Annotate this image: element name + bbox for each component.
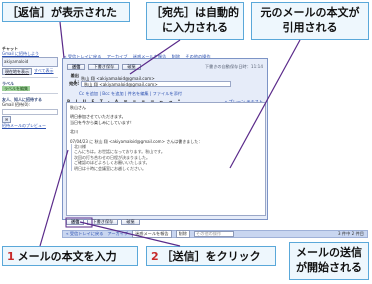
- step-2-text: ［送信］をクリック: [161, 250, 261, 263]
- discard-button-top[interactable]: 破棄: [122, 63, 141, 70]
- draft-save-time: 下書きの自動保存日時：11:14: [204, 64, 263, 69]
- compose-option-links[interactable]: Cc を追加 | Bcc を追加 | 件名を編集 | ファイルを添付: [79, 91, 182, 97]
- send-button-top[interactable]: 送信: [67, 63, 86, 70]
- show-all-link[interactable]: すべて表示: [34, 68, 54, 75]
- step-1-number: 1: [7, 250, 15, 263]
- callout-quoted: 元のメールの本文が引用される: [251, 2, 369, 40]
- callout-step-2: 2 ［送信］をクリック: [146, 246, 276, 266]
- save-draft-button-bottom[interactable]: 下書き保存: [87, 218, 119, 225]
- gmail-screenshot: チャット Gmail に招待しよう akiyamaloid 現在地を表示 すべて…: [0, 44, 372, 248]
- gmail-sidebar: チャット Gmail に招待しよう akiyamaloid 現在地を表示 すべて…: [2, 44, 58, 248]
- compose-toolbar-top: 送信 下書き保存 破棄: [67, 63, 141, 70]
- send-button-bottom[interactable]: 送信: [66, 218, 85, 225]
- callout-sending-started: メールの送信が開始される: [289, 242, 369, 280]
- bottom-action-bar: « 受信トレイに戻る アーカイブ 迷惑メールを報告 削除 その他の操作 3 件中…: [62, 230, 368, 238]
- back-to-inbox-bottom[interactable]: « 受信トレイに戻る: [66, 231, 103, 237]
- save-draft-button-top[interactable]: 下書き保存: [88, 63, 120, 70]
- invite-send-button[interactable]: ✉: [2, 115, 12, 123]
- archive-bottom[interactable]: アーカイブ: [107, 231, 128, 237]
- message-count: 3 件中 2 件目: [337, 231, 364, 236]
- gmail-invite-link[interactable]: Gmail に招待しよう: [2, 51, 58, 56]
- invite-count: Gmail 招待(0):: [2, 102, 30, 108]
- label-edit-link[interactable]: ラベルを編集: [2, 86, 30, 92]
- more-actions-select[interactable]: その他の操作: [194, 231, 234, 237]
- step-2-number: 2: [151, 250, 159, 263]
- invite-preview-link[interactable]: 招待メールのプレビュー: [2, 123, 58, 128]
- discard-button-bottom[interactable]: 破棄: [121, 218, 140, 225]
- chat-search-box[interactable]: akiyamaloid: [2, 57, 58, 67]
- spam-bottom[interactable]: 迷惑メールを報告: [132, 230, 172, 238]
- chat-user: akiyamaloid: [4, 59, 29, 65]
- compose-toolbar-bottom: 送信 下書き保存 破棄: [66, 218, 140, 225]
- compose-main: « 受信トレイに戻る アーカイブ 迷惑メールを報告 削除 その他の操作 送信 下…: [60, 44, 370, 248]
- quote-line-5: 明日は十時に会議室にお越しください。: [71, 165, 262, 172]
- callout-reply-shown: ［返信］が表示された: [2, 2, 130, 22]
- status-link[interactable]: 現在地を表示: [2, 67, 32, 75]
- to-field[interactable]: 秋山 翔 <akiyamaloid@gmail.com>: [81, 81, 231, 87]
- to-row: 宛先: 秋山 翔 <akiyamaloid@gmail.com>: [67, 81, 231, 87]
- callout-to-auto: ［宛先］は自動的に入力される: [146, 2, 244, 40]
- callout-step-1: 1 メールの本文を入力: [2, 246, 138, 266]
- message-body-editor[interactable]: 秋山さん 明日参加させていただきます。 当日を今から楽しみにしています！ 北川 …: [66, 102, 266, 216]
- step-1-text: メールの本文を入力: [17, 250, 117, 263]
- invite-input[interactable]: [2, 108, 58, 115]
- to-label: 宛先:: [68, 81, 79, 86]
- delete-bottom[interactable]: 削除: [175, 230, 190, 238]
